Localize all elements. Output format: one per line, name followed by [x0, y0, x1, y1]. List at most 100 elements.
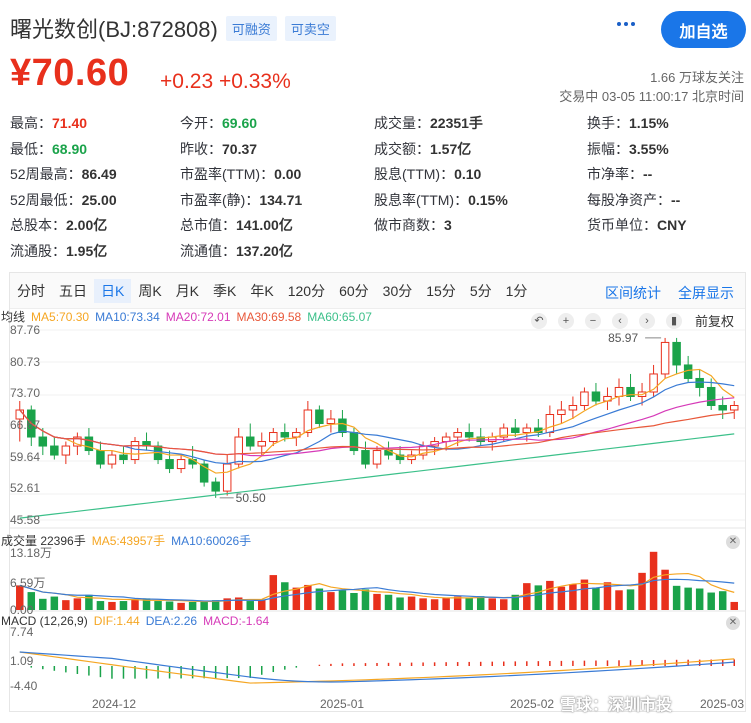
- volume-bar: [269, 575, 278, 610]
- price-axis-label: 66.67: [10, 418, 41, 432]
- price-axis-label: 80.73: [10, 354, 41, 369]
- candle-body: [614, 386, 624, 397]
- volume-bar: [453, 596, 462, 610]
- candle-body: [729, 404, 739, 411]
- volume-bar: [188, 601, 197, 610]
- volume-bar: [569, 584, 577, 610]
- volume-bar: [165, 601, 174, 610]
- volume-bar: [96, 601, 105, 610]
- candle-body: [280, 432, 290, 438]
- volume-bar: [131, 599, 139, 610]
- volume-bar: [684, 587, 692, 610]
- volume-bar: [396, 597, 404, 610]
- candle-body: [257, 441, 267, 447]
- volume-bar: [350, 592, 358, 610]
- candle-body: [660, 341, 670, 375]
- volume-bar: [361, 589, 370, 610]
- candle-body: [695, 377, 704, 388]
- close-volume-icon[interactable]: ✕: [726, 535, 740, 549]
- volume-bar: [442, 597, 450, 610]
- legend-item: DIF:1.44: [93, 614, 140, 628]
- candle-body: [580, 391, 589, 406]
- volume-bar: [592, 587, 600, 610]
- volume-bar: [39, 598, 47, 610]
- candle-body: [165, 459, 174, 470]
- volume-bar: [557, 586, 566, 610]
- volume-bar: [488, 598, 496, 610]
- volume-bar: [154, 601, 162, 610]
- volume-bar: [177, 602, 185, 610]
- volume-bar: [672, 585, 681, 610]
- volume-bar: [108, 601, 116, 610]
- candle-body: [315, 409, 324, 425]
- volume-bar: [50, 596, 59, 610]
- macd-axis-label: -4.40: [10, 679, 38, 693]
- candle-body: [349, 432, 359, 452]
- volume-bar: [419, 598, 427, 610]
- candle-body: [672, 341, 681, 366]
- candle-body: [568, 404, 578, 411]
- date-axis-label: 2024-12: [92, 697, 137, 711]
- candle-body: [119, 454, 128, 461]
- price-axis-label: 45.58: [10, 513, 41, 527]
- close-macd-icon[interactable]: ✕: [726, 616, 740, 630]
- price-axis-label: 59.64: [10, 449, 41, 464]
- candle-body: [234, 436, 243, 465]
- candle-body: [50, 445, 59, 456]
- volume-bar: [500, 599, 508, 610]
- candle-body: [591, 391, 601, 402]
- volume-bar: [292, 587, 301, 610]
- candle-body: [718, 404, 727, 411]
- candle-body: [222, 463, 232, 492]
- macd-legend: MACD (12,26,9) DIF:1.44 DEA:2.26 MACD:-1.64: [1, 614, 275, 628]
- volume-bar: [580, 579, 589, 610]
- candle-body: [464, 432, 474, 438]
- volume-bar: [73, 598, 82, 610]
- candle-body: [303, 409, 313, 434]
- candle-body: [61, 445, 71, 456]
- candle-body: [338, 418, 347, 434]
- volume-bar: [718, 591, 727, 610]
- volume-bar: [407, 596, 416, 610]
- macd-axis-label: 1.09: [10, 654, 34, 668]
- volume-bar: [707, 592, 715, 610]
- price-axis-label: 73.70: [10, 386, 41, 401]
- candle-body: [84, 436, 94, 452]
- volume-bar: [119, 601, 128, 610]
- legend-item: MA10:60026手: [171, 534, 252, 548]
- dif-line: [19, 651, 735, 684]
- candle-body: [453, 432, 462, 438]
- high-annotation: 85.97: [608, 331, 638, 345]
- volume-bar: [246, 601, 254, 610]
- volume-bar: [615, 590, 623, 610]
- candle-body: [245, 436, 255, 447]
- volume-axis-label: 6.59万: [10, 575, 46, 590]
- legend-item: MA5:43957手: [91, 534, 166, 548]
- volume-bar: [62, 600, 70, 610]
- volume-bar: [730, 601, 738, 610]
- legend-item: DEA:2.26: [145, 614, 198, 628]
- low-annotation: 50.50: [236, 491, 266, 505]
- price-axis-label: 87.76: [10, 323, 41, 337]
- volume-bar: [626, 589, 635, 610]
- volume-bar: [476, 596, 485, 610]
- candle-body: [326, 418, 336, 425]
- price-axis-label: 52.61: [10, 481, 41, 496]
- candle-body: [38, 436, 48, 447]
- volume-axis-label: 13.18万: [10, 546, 53, 560]
- candle-body: [269, 432, 278, 443]
- candle-body: [211, 481, 220, 492]
- candle-body: [511, 427, 520, 434]
- volume-bar: [327, 592, 335, 610]
- volume-bar: [373, 593, 381, 610]
- candle-body: [522, 427, 532, 434]
- candle-body: [706, 386, 716, 406]
- macd-axis-label: 7.74: [10, 625, 34, 639]
- volume-axis-label: 0.00: [10, 603, 34, 617]
- candle-body: [557, 409, 566, 416]
- date-axis-label: 2025-01: [320, 697, 365, 711]
- volume-bar: [546, 580, 554, 610]
- volume-bar: [465, 597, 473, 610]
- xueqiu-watermark: 雪球：深圳市投: [560, 697, 673, 714]
- candle-body: [176, 459, 186, 470]
